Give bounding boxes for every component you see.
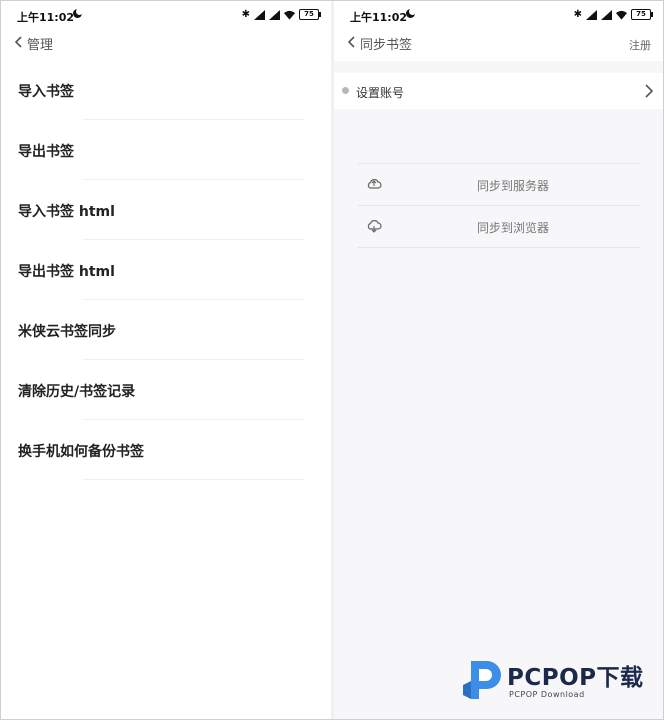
status-icons: ✱ 75 (241, 8, 321, 20)
status-bar: 上午11:02 ✱ 75 (17, 7, 321, 25)
menu-item-backup-guide[interactable]: 换手机如何备份书签 (17, 420, 305, 480)
signal-icon (601, 9, 612, 20)
signal-icon (586, 9, 597, 20)
status-bar: 上午11:02 ✱ 75 (350, 7, 653, 25)
back-arrow-icon[interactable] (11, 34, 27, 50)
menu-item-clear-history[interactable]: 清除历史/书签记录 (17, 360, 305, 420)
sync-to-server-label: 同步到服务器 (476, 179, 549, 193)
signal-icon (269, 9, 280, 20)
set-account-row[interactable]: 设置账号 (334, 73, 663, 109)
page-title: 同步书签 (360, 38, 413, 53)
sync-to-browser-button[interactable]: 同步到浏览器 (358, 206, 640, 248)
battery-icon: 75 (299, 9, 321, 20)
menu-item-label: 导入书签 html (18, 204, 115, 220)
wifi-icon (616, 10, 627, 20)
status-icons: ✱ 75 (573, 8, 653, 20)
sync-to-server-button[interactable]: 同步到服务器 (358, 164, 640, 206)
nav-bar: 同步书签 注册 (344, 31, 651, 55)
watermark-brand-text: PCPOP下载 (507, 665, 644, 691)
pcpop-logo-icon (463, 661, 501, 699)
phone-sync-screen: 上午11:02 ✱ 75 同步书签 注册 设置账号 同步到服务器 同步到浏览器 (334, 1, 663, 719)
account-dot-icon (342, 87, 349, 94)
back-arrow-icon[interactable] (344, 34, 360, 50)
menu-item-label: 清除历史/书签记录 (18, 384, 136, 400)
menu-item-import-bookmarks-html[interactable]: 导入书签 html (17, 180, 305, 240)
menu-item-label: 换手机如何备份书签 (18, 444, 144, 460)
manage-menu-list: 导入书签 导出书签 导入书签 html 导出书签 html 米侠云书签同步 清除… (17, 60, 305, 480)
menu-item-import-bookmarks[interactable]: 导入书签 (17, 60, 305, 120)
wifi-icon (284, 10, 295, 20)
menu-item-export-bookmarks-html[interactable]: 导出书签 html (17, 240, 305, 300)
page-title: 管理 (27, 38, 54, 53)
menu-item-export-bookmarks[interactable]: 导出书签 (17, 120, 305, 180)
bluetooth-icon: ✱ (241, 8, 250, 20)
chevron-right-icon (645, 84, 654, 98)
menu-item-label: 米侠云书签同步 (18, 324, 116, 340)
set-account-label: 设置账号 (356, 86, 405, 100)
sync-to-browser-label: 同步到浏览器 (476, 221, 549, 235)
nav-bar: 管理 (11, 31, 319, 55)
signal-icon (254, 9, 265, 20)
battery-icon: 75 (631, 9, 653, 20)
status-time: 上午11:02 (17, 11, 75, 24)
do-not-disturb-icon (406, 8, 416, 18)
phone-manage-screen: 上午11:02 ✱ 75 管理 导入书签 导出书签 导入书签 html 导出书签… (1, 1, 331, 719)
menu-item-label: 导入书签 (18, 84, 74, 100)
watermark-sub-text: PCPOP Download (509, 690, 585, 699)
register-button[interactable]: 注册 (629, 37, 651, 53)
menu-item-cloud-sync[interactable]: 米侠云书签同步 (17, 300, 305, 360)
menu-item-label: 导出书签 (18, 144, 74, 160)
bluetooth-icon: ✱ (573, 8, 582, 20)
screenshot-frame: 上午11:02 ✱ 75 管理 导入书签 导出书签 导入书签 html 导出书签… (0, 0, 664, 720)
menu-item-label: 导出书签 html (18, 264, 115, 280)
status-time: 上午11:02 (350, 11, 408, 24)
sync-options-list: 同步到服务器 同步到浏览器 (358, 163, 640, 248)
pcpop-watermark: PCPOP下载 PCPOP Download (459, 651, 659, 707)
do-not-disturb-icon (73, 8, 83, 18)
